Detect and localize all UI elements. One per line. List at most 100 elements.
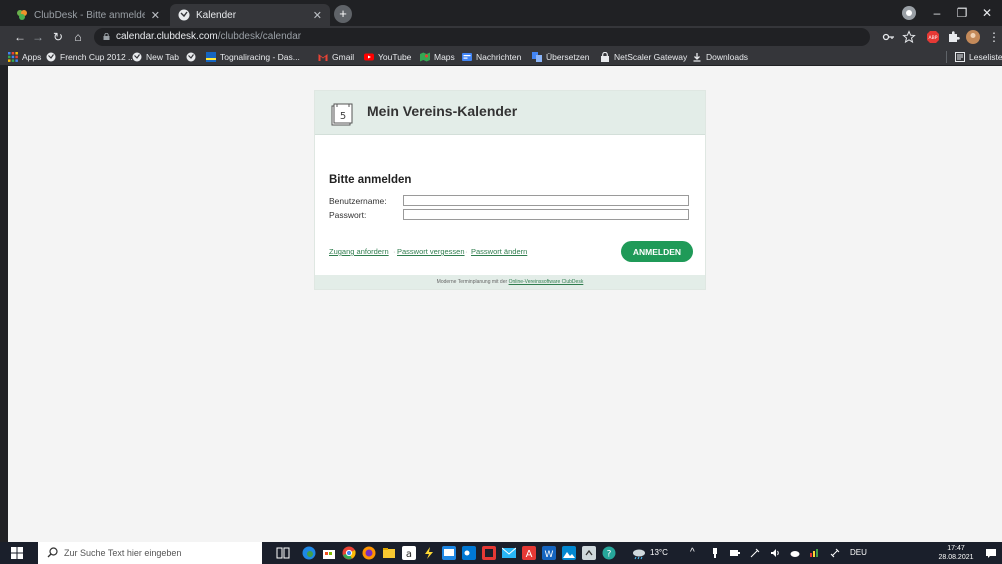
word-icon[interactable]: W (542, 546, 556, 560)
reading-list-label: Leseliste (969, 52, 1002, 62)
bookmark-new-tab[interactable]: New Tab (132, 51, 179, 63)
bookmark-maps[interactable]: Maps (420, 51, 455, 63)
windows-start-icon[interactable] (11, 547, 23, 559)
office-icon[interactable] (482, 546, 496, 560)
acrobat-icon[interactable]: A (522, 546, 536, 560)
card-header: 5 Mein Vereins-Kalender (315, 91, 705, 135)
amazon-icon[interactable]: a (402, 546, 416, 560)
new-tab-plus-icon[interactable]: + (334, 5, 352, 23)
globe-icon (132, 52, 142, 62)
star-bookmark-icon[interactable] (902, 30, 916, 44)
footer-text: Moderne Terminplanung mit der (436, 279, 508, 285)
bookmark-gmail[interactable]: Gmail (318, 51, 354, 63)
calendar-day-number: 5 (340, 111, 346, 122)
notifications-icon[interactable] (986, 548, 996, 558)
bookmark-label: Downloads (706, 52, 749, 62)
reading-list[interactable]: Leseliste (946, 51, 1002, 63)
youtube-icon (364, 52, 374, 62)
mail-icon[interactable] (502, 546, 516, 560)
svg-text:a: a (406, 549, 412, 560)
globe-icon (178, 9, 190, 21)
tab-clubdesk-login[interactable]: ClubDesk - Bitte anmelden ✕ (8, 4, 168, 26)
menu-more-icon[interactable]: ⋮ (986, 29, 1002, 45)
request-access-link[interactable]: Zugang anfordern (329, 247, 389, 256)
close-tab-icon[interactable]: ✕ (313, 9, 322, 22)
back-arrow-icon[interactable]: ← (12, 29, 28, 45)
tab-kalender[interactable]: Kalender ✕ (170, 4, 330, 26)
pen-icon[interactable] (750, 548, 760, 558)
page-content: 5 Mein Vereins-Kalender Bitte anmelden B… (8, 66, 1002, 542)
close-window-icon[interactable]: ✕ (970, 0, 1002, 26)
keyboard-language[interactable]: DEU (850, 542, 867, 564)
outlook-icon[interactable] (462, 546, 476, 560)
clubdesk-favicon-icon (16, 9, 28, 21)
overflow-chevron-icon[interactable] (582, 546, 596, 560)
bookmark-uebersetzen[interactable]: Übersetzen (532, 51, 589, 63)
tray-expand-icon[interactable]: ^ (690, 542, 695, 564)
bookmark-nachrichten[interactable]: Nachrichten (462, 51, 521, 63)
key-icon[interactable] (882, 30, 896, 44)
user-avatar-icon[interactable] (966, 30, 980, 44)
bookmark-apps[interactable]: Apps (8, 51, 41, 63)
forward-arrow-icon[interactable]: → (30, 29, 46, 45)
bookmark-label: Tognaliracing - Das... (220, 52, 300, 62)
taskbar-search-box[interactable]: Zur Suche Text hier eingeben (38, 542, 262, 564)
bookmark-label: Nachrichten (476, 52, 522, 62)
bookmark-label: Gmail (332, 52, 355, 62)
password-input[interactable] (403, 209, 689, 220)
bookmark-label: YouTube (378, 52, 412, 62)
taskbar-clock[interactable]: 17:47 28.08.2021 (936, 544, 976, 562)
adblock-icon[interactable]: ABP (926, 30, 940, 44)
home-icon[interactable]: ⌂ (70, 29, 86, 45)
bookmark-downloads[interactable]: Downloads (692, 51, 748, 63)
login-heading: Bitte anmelden (329, 174, 412, 186)
forgot-password-link[interactable]: Passwort vergessen (397, 247, 465, 256)
link-separator: · (465, 247, 468, 256)
chrome-icon[interactable] (342, 546, 356, 560)
bookmark-label: Apps (22, 52, 42, 62)
news-icon (462, 52, 472, 62)
search-icon (47, 547, 58, 558)
maps-icon (420, 52, 430, 62)
translate-icon (532, 52, 542, 62)
apps-grid-icon (8, 52, 18, 62)
password-label: Passwort: (329, 210, 367, 220)
address-bar[interactable]: calendar.clubdesk.com/clubdesk/calendar (94, 28, 870, 46)
svg-text:A: A (526, 549, 533, 560)
reload-icon[interactable]: ↻ (50, 29, 66, 45)
bookmark-globe[interactable] (186, 51, 196, 63)
bookmarks-bar: Apps French Cup 2012 ... New Tab Tognali… (0, 48, 1002, 66)
bookmark-netscaler[interactable]: NetScaler Gateway (600, 51, 687, 63)
usb-icon[interactable] (710, 548, 720, 558)
login-button[interactable]: ANMELDEN (621, 241, 693, 262)
card-footer: Moderne Terminplanung mit der Online-Ver… (315, 275, 705, 289)
tab-title: Kalender (196, 9, 237, 21)
change-password-link[interactable]: Passwort ändern (471, 247, 527, 256)
photos-icon[interactable] (562, 546, 576, 560)
clubdesk-software-link[interactable]: Online-Vereinssoftware ClubDesk (509, 279, 584, 285)
edge-browser-icon[interactable] (302, 546, 316, 560)
task-view-icon[interactable] (276, 546, 290, 560)
login-card: 5 Mein Vereins-Kalender Bitte anmelden B… (314, 90, 706, 290)
onedrive-cloud-icon[interactable] (790, 548, 800, 558)
firefox-icon[interactable] (362, 546, 376, 560)
help-icon[interactable]: ? (602, 546, 616, 560)
close-tab-icon[interactable]: ✕ (151, 9, 160, 22)
tab-strip: ClubDesk - Bitte anmelden ✕ Kalender ✕ +… (0, 0, 1002, 26)
link-icon[interactable] (830, 548, 840, 558)
file-explorer-icon[interactable] (382, 546, 396, 560)
store-icon[interactable] (322, 546, 336, 560)
network-icon[interactable] (810, 548, 820, 558)
bookmark-tognaliracing[interactable]: Tognaliracing - Das... (206, 51, 300, 63)
battery-icon[interactable] (730, 548, 740, 558)
bookmark-label: Maps (434, 52, 455, 62)
lightning-app-icon[interactable] (422, 546, 436, 560)
browser-toolbar: ← → ↻ ⌂ calendar.clubdesk.com/clubdesk/c… (0, 26, 1002, 48)
username-input[interactable] (403, 195, 689, 206)
bookmark-french-cup[interactable]: French Cup 2012 ... (46, 51, 135, 63)
bookmark-youtube[interactable]: YouTube (364, 51, 411, 63)
volume-icon[interactable] (770, 548, 780, 558)
weather-temperature[interactable]: 13°C (650, 542, 668, 564)
extensions-puzzle-icon[interactable] (946, 30, 960, 44)
remote-desktop-icon[interactable] (442, 546, 456, 560)
